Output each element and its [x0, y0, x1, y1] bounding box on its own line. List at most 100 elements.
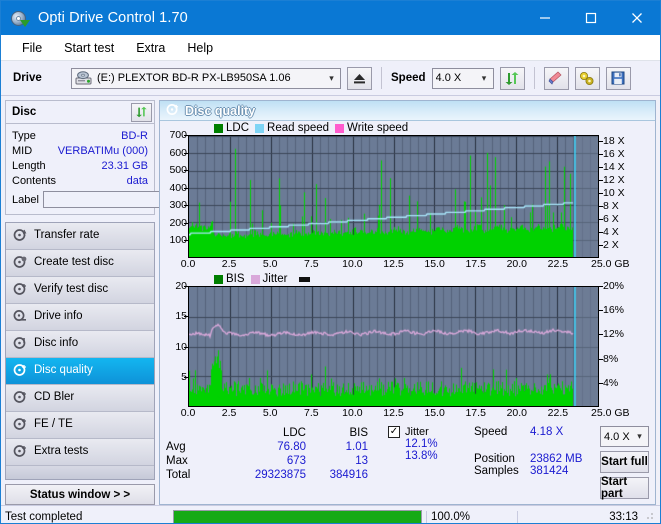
jitter-label: Jitter	[405, 426, 429, 438]
cd-bler-icon	[13, 390, 27, 407]
drive-label: Drive	[13, 72, 42, 84]
x-tick-label: 2.5	[221, 407, 237, 419]
save-button[interactable]	[605, 66, 631, 90]
panel-header: Disc quality	[160, 101, 655, 121]
minimize-icon[interactable]	[522, 1, 568, 35]
start-full-button[interactable]: Start full	[600, 451, 649, 473]
x-tick-label: 0.0	[180, 407, 196, 419]
bis-chart-legend: BIS Jitter	[160, 272, 655, 286]
y-tick-label-right: 14 X	[603, 161, 625, 174]
progress-bar	[173, 510, 422, 523]
stats-header-bis: BIS	[349, 427, 368, 439]
close-icon[interactable]	[614, 1, 660, 35]
jitter-stats: ✓ Jitter 12.1% 13.8%	[388, 426, 474, 499]
nav-filler	[6, 466, 154, 479]
title-bar: Opti Drive Control 1.70	[1, 1, 660, 35]
sidebar-item-label: Extra tests	[34, 445, 89, 458]
start-part-button[interactable]: Start part	[600, 476, 649, 500]
stats-max-bis: 13	[355, 455, 368, 467]
sidebar-item-verify-test-disc[interactable]: Verify test disc	[6, 277, 154, 304]
test-speed-value: 4.0 X	[604, 430, 630, 443]
legend-read-speed: Read speed	[255, 122, 329, 134]
status-bar: Test completed 100.0% 33:13	[1, 505, 660, 523]
test-speed-select[interactable]: 4.0 X ▾	[600, 426, 649, 447]
elapsed-time: 33:13	[517, 511, 644, 523]
y-tick-label-right: 2 X	[603, 239, 619, 252]
status-text: Test completed	[5, 511, 83, 523]
bis-x-axis: 0.0 2.5 5.0 7.5 10.0 12.5 15.0 17.5 20.0 22.5 25.0…	[160, 407, 655, 421]
disc-refresh-button[interactable]	[131, 102, 152, 122]
sidebar-item-fe-te[interactable]: FE / TE	[6, 412, 154, 439]
disc-label-key: Label	[12, 193, 39, 206]
progress-fill	[174, 511, 421, 523]
position-row: Position 23862 MB	[474, 453, 594, 465]
legend-swatch	[335, 123, 345, 133]
disc-quality-icon	[166, 103, 179, 119]
speed-stats: Speed 4.18 X Position 23862 MB Samples 3…	[474, 426, 594, 499]
tools-button[interactable]	[574, 66, 600, 90]
status-window-button[interactable]: Status window > >	[5, 484, 155, 505]
x-tick-label: 10.0	[342, 407, 363, 419]
stats-row-key-avg: Avg	[166, 441, 186, 453]
stats-grid: LDC BIS Avg 76.80 1.01 Max 673 13 Total …	[166, 426, 388, 482]
disc-info-icon	[13, 336, 27, 353]
jitter-checkbox[interactable]: ✓	[388, 426, 400, 438]
toolbar: Drive (E:) PLEXTOR BD-R PX-LB950SA 1.06 …	[1, 61, 660, 96]
drive-icon	[75, 70, 93, 86]
extra-tests-icon	[13, 444, 27, 461]
sidebar-item-drive-info[interactable]: Drive info	[6, 304, 154, 331]
legend-swatch	[214, 274, 223, 284]
app-icon	[10, 8, 30, 28]
x-tick-label: 17.5	[465, 407, 486, 419]
disc-row-contents: Contents data	[12, 173, 148, 188]
window-title: Opti Drive Control 1.70	[38, 10, 188, 26]
erase-button[interactable]	[543, 66, 569, 90]
y-tick-label-right: 16%	[603, 304, 625, 317]
legend-jitter: Jitter	[250, 273, 287, 285]
legend-label: LDC	[226, 122, 250, 134]
y-tick-mark	[599, 193, 603, 195]
resize-grip[interactable]	[644, 510, 658, 523]
sidebar-item-cd-bler[interactable]: CD Bler	[6, 385, 154, 412]
jitter-max-value: 13.8%	[405, 450, 438, 462]
stats-header-ldc: LDC	[282, 427, 306, 439]
disc-row-key: Length	[12, 159, 46, 172]
maximize-icon[interactable]	[568, 1, 614, 35]
menu-file[interactable]: File	[11, 38, 53, 58]
ldc-chart-row: 100 200 300 400 500 600 700 2 X4 X6 X8 X 10 X 12…	[160, 129, 655, 258]
menu-extra[interactable]: Extra	[125, 38, 176, 58]
sidebar-item-transfer-rate[interactable]: Transfer rate	[6, 223, 154, 250]
x-tick-label: 20.0	[506, 258, 528, 270]
samples-value: 381424	[530, 465, 569, 477]
menu-start-test[interactable]: Start test	[53, 38, 125, 58]
drive-select[interactable]: (E:) PLEXTOR BD-R PX-LB950SA 1.06 ▾	[71, 67, 341, 89]
sidebar-item-label: Disc quality	[34, 364, 93, 377]
sidebar-item-create-test-disc[interactable]: Create test disc	[6, 250, 154, 277]
y-tick-mark	[599, 167, 603, 169]
y-tick-label-right: 6 X	[603, 213, 619, 226]
disc-quality-icon	[13, 363, 27, 380]
chevron-down-icon: ▾	[637, 431, 642, 441]
sidebar-item-disc-info[interactable]: Disc info	[6, 331, 154, 358]
bis-y-axis-left: 5101520	[160, 280, 188, 407]
menu-bar: File Start test Extra Help	[1, 35, 660, 61]
sidebar-item-label: Verify test disc	[34, 283, 109, 296]
menu-help[interactable]: Help	[176, 38, 224, 58]
panel-title: Disc quality	[185, 103, 256, 118]
speed-select[interactable]: 4.0 X ▾	[431, 67, 494, 89]
x-axis-end-label: 25.0 GB	[591, 258, 630, 270]
eject-button[interactable]	[347, 66, 372, 90]
ldc-plot	[188, 135, 599, 258]
speed-value: 4.18 X	[530, 426, 564, 438]
sidebar-item-extra-tests[interactable]: Extra tests	[6, 439, 154, 466]
refresh-button[interactable]	[499, 66, 525, 90]
x-tick-label: 10.0	[342, 258, 363, 270]
disc-row-mid: MID VERBATIMu (000)	[12, 143, 148, 158]
ldc-x-axis: 0.0 2.5 5.0 7.5 10.0 12.5 15.0 17.5 20.0 22.5 25.0…	[160, 258, 655, 272]
sidebar-item-disc-quality[interactable]: Disc quality	[6, 358, 154, 385]
x-tick-label: 20.0	[506, 407, 528, 419]
x-tick-label: 0.0	[180, 258, 196, 270]
y-tick-label-right: 20%	[603, 280, 625, 292]
bis-y-axis-right: 4% 8% 12% 16% 20%	[599, 280, 637, 407]
y-tick-mark	[599, 154, 603, 156]
